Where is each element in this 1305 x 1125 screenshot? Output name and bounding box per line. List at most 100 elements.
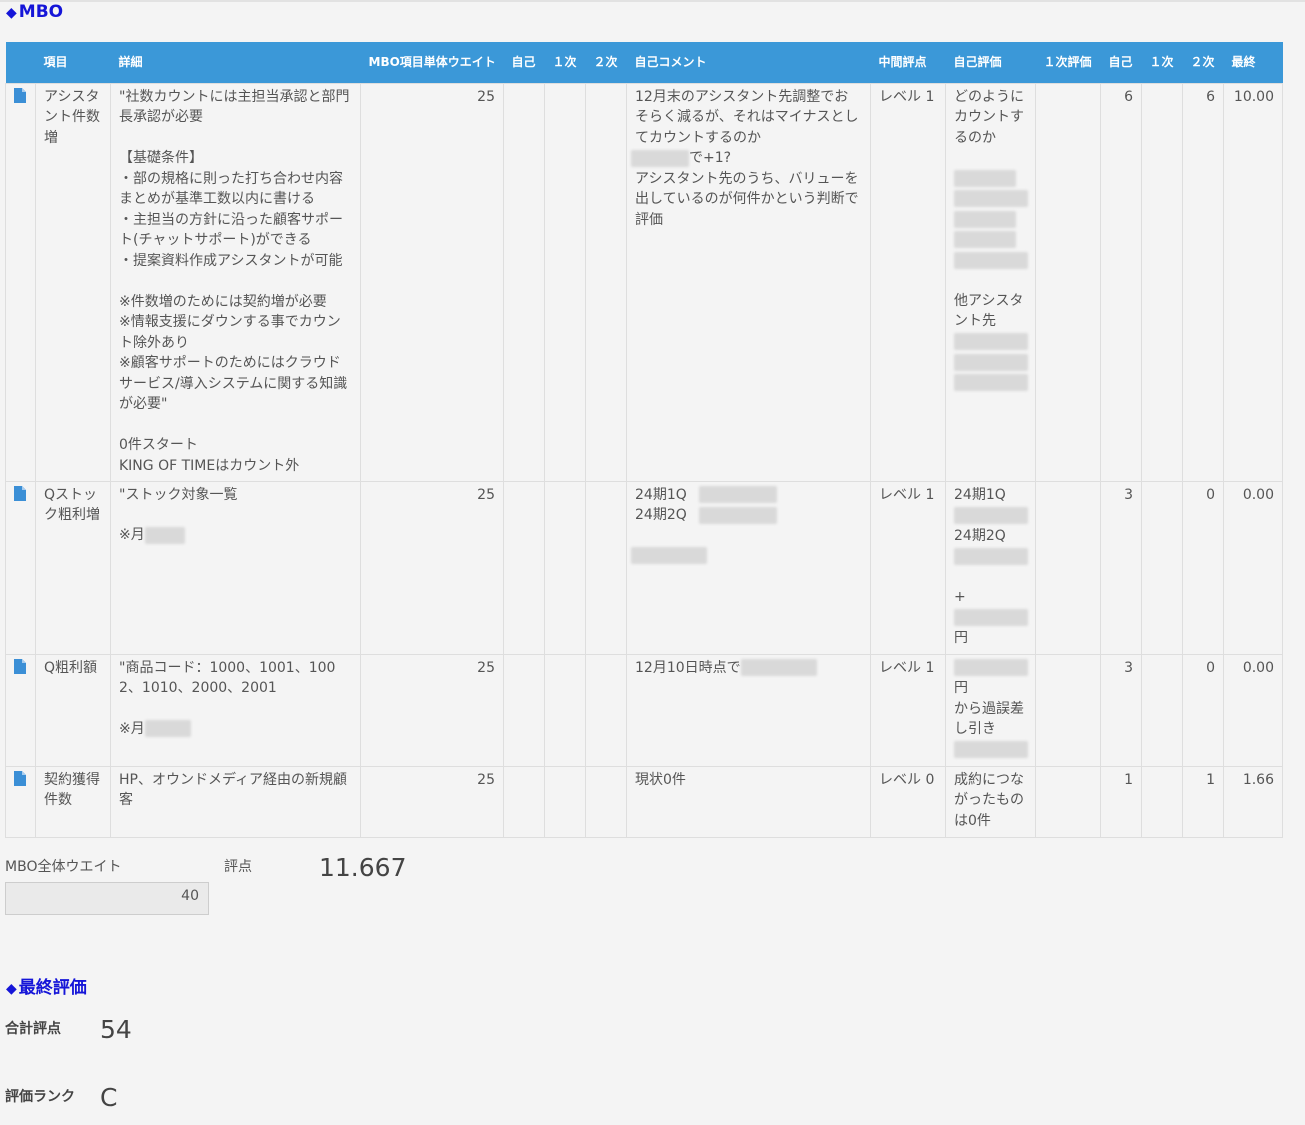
cell-first bbox=[544, 653, 586, 767]
redacted-block bbox=[144, 720, 191, 737]
comment-line: で+1? bbox=[631, 148, 862, 169]
redacted-block bbox=[954, 210, 1016, 228]
header-second: ２次 bbox=[585, 42, 627, 83]
header-self2: 自己 bbox=[1100, 42, 1142, 83]
cell-detail: "ストック対象一覧 ※月 bbox=[110, 480, 361, 655]
mbo-weight-field[interactable]: 40 bbox=[5, 882, 209, 915]
header-mid-eval: 中間評点 bbox=[870, 42, 946, 83]
cell-second bbox=[585, 653, 627, 767]
header-first: １次 bbox=[544, 42, 586, 83]
document-icon[interactable] bbox=[14, 770, 26, 786]
self-eval-text: 円 bbox=[954, 680, 968, 696]
final-title-text: 最終評価 bbox=[18, 978, 87, 998]
cell-second-score: 0 bbox=[1182, 653, 1224, 767]
self-eval-text: から過誤差し引き bbox=[954, 700, 1024, 738]
detail-text: "商品コード：1000、1001、1002、1010、2000、2001 bbox=[119, 659, 336, 697]
mbo-weight-label: MBO全体ウエイト bbox=[5, 859, 122, 875]
row-icon-cell[interactable] bbox=[5, 765, 36, 838]
row-icon-cell[interactable] bbox=[5, 480, 36, 655]
header-detail: 詳細 bbox=[110, 42, 361, 83]
cell-first bbox=[544, 82, 586, 482]
total-score-value: 54 bbox=[100, 1015, 132, 1044]
score-label: 評点 bbox=[224, 859, 252, 875]
comment-text: 24期2Q bbox=[635, 507, 687, 523]
cell-self-score: 3 bbox=[1100, 653, 1142, 767]
document-icon[interactable] bbox=[14, 87, 26, 103]
redacted-block bbox=[740, 659, 817, 676]
rank-label: 評価ランク bbox=[5, 1089, 75, 1105]
self-eval-text: 他アシスタント先 bbox=[954, 292, 1024, 330]
redacted-block bbox=[954, 353, 1028, 371]
cell-final-score: 1.66 bbox=[1223, 765, 1283, 838]
table-row: Q粗利額 "商品コード：1000、1001、1002、1010、2000、200… bbox=[5, 653, 1283, 767]
cell-first-eval bbox=[1035, 480, 1101, 655]
cell-second bbox=[585, 765, 627, 838]
row-icon-cell[interactable] bbox=[5, 653, 36, 767]
cell-self bbox=[503, 765, 545, 838]
cell-detail: HP、オウンドメディア経由の新規顧客 bbox=[110, 765, 361, 838]
cell-self bbox=[503, 653, 545, 767]
cell-self bbox=[503, 82, 545, 482]
cell-second bbox=[585, 480, 627, 655]
cell-first-score bbox=[1141, 653, 1183, 767]
header-first2: １次 bbox=[1141, 42, 1183, 83]
score-value: 11.667 bbox=[319, 853, 407, 882]
redacted-block bbox=[954, 251, 1028, 269]
cell-unit-weight: 25 bbox=[360, 480, 504, 655]
cell-second-score: 1 bbox=[1182, 765, 1224, 838]
header-self: 自己 bbox=[503, 42, 545, 83]
header-icon bbox=[5, 42, 36, 83]
top-divider bbox=[0, 0, 1305, 2]
cell-final-score: 10.00 bbox=[1223, 82, 1283, 482]
cell-mid-eval: レベル 1 bbox=[870, 653, 946, 767]
cell-self-eval: 成約につながったものは0件 bbox=[945, 765, 1036, 838]
header-unit-weight: MBO項目単体ウエイト bbox=[360, 42, 504, 83]
comment-text: で+1? bbox=[689, 150, 732, 166]
document-icon[interactable] bbox=[14, 658, 26, 674]
header-self-eval: 自己評価 bbox=[945, 42, 1036, 83]
cell-first-eval bbox=[1035, 765, 1101, 838]
cell-item: Qストック粗利増 bbox=[35, 480, 111, 655]
mbo-title-text: MBO bbox=[18, 2, 64, 22]
table-row: Qストック粗利増 "ストック対象一覧 ※月 25 24期1Q 24期2Q レベル… bbox=[5, 480, 1283, 655]
cell-item: 契約獲得件数 bbox=[35, 765, 111, 838]
cell-unit-weight: 25 bbox=[360, 82, 504, 482]
self-eval-text: 24期2Q bbox=[954, 527, 1006, 544]
rank-value: C bbox=[100, 1083, 118, 1112]
cell-unit-weight: 25 bbox=[360, 765, 504, 838]
cell-mid-eval: レベル 1 bbox=[870, 82, 946, 482]
cell-self-comment: 12月10日時点で bbox=[626, 653, 871, 767]
cell-self-eval: 24期1Q 24期2Q + 円 bbox=[945, 480, 1036, 655]
self-eval-text: 円 bbox=[954, 629, 968, 646]
redacted-block bbox=[954, 741, 1028, 758]
cell-self-score: 6 bbox=[1100, 82, 1142, 482]
detail-text: "ストック対象一覧 bbox=[119, 486, 238, 503]
cell-second-score: 6 bbox=[1182, 82, 1224, 482]
cell-first-score bbox=[1141, 765, 1183, 838]
redacted-block bbox=[954, 659, 1028, 676]
cell-detail: "商品コード：1000、1001、1002、1010、2000、2001 ※月 bbox=[110, 653, 361, 767]
header-self-comment: 自己コメント bbox=[626, 42, 871, 83]
cell-mid-eval: レベル 1 bbox=[870, 480, 946, 655]
redacted-block bbox=[631, 547, 707, 564]
table-row: アシスタント件数増 "社数カウントには主担当承認と部門長承認が必要 【基礎条件】… bbox=[5, 82, 1283, 482]
document-icon[interactable] bbox=[14, 485, 26, 501]
cell-final-score: 0.00 bbox=[1223, 480, 1283, 655]
detail-text: ※月 bbox=[119, 527, 145, 543]
self-eval-text: 24期1Q bbox=[954, 486, 1006, 503]
cell-self-score: 3 bbox=[1100, 480, 1142, 655]
comment-text: アシスタント先のうち、バリューを出しているのが何件かという判断で評価 bbox=[635, 170, 859, 228]
redacted-block bbox=[144, 526, 185, 544]
cell-item: アシスタント件数増 bbox=[35, 82, 111, 482]
header-first-eval: １次評価 bbox=[1035, 42, 1101, 83]
redacted-block bbox=[699, 486, 778, 503]
mbo-section-title: ◆ MBO bbox=[6, 2, 63, 22]
table-row: 契約獲得件数 HP、オウンドメディア経由の新規顧客 25 現状0件 レベル 0 … bbox=[5, 765, 1283, 838]
cell-item: Q粗利額 bbox=[35, 653, 111, 767]
final-section-title: ◆ 最終評価 bbox=[6, 973, 87, 998]
header-second2: ２次 bbox=[1182, 42, 1224, 83]
row-icon-cell[interactable] bbox=[5, 82, 36, 482]
cell-mid-eval: レベル 0 bbox=[870, 765, 946, 838]
cell-first bbox=[544, 765, 586, 838]
diamond-marker-icon: ◆ bbox=[6, 981, 17, 997]
